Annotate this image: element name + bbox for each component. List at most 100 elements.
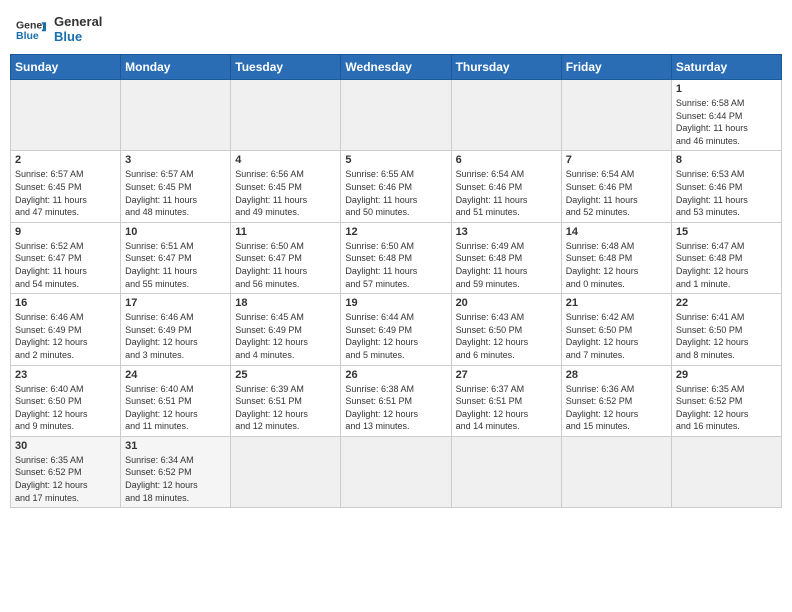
calendar-cell: [451, 436, 561, 507]
day-number: 16: [15, 297, 116, 309]
calendar-cell: 17Sunrise: 6:46 AM Sunset: 6:49 PM Dayli…: [121, 294, 231, 365]
day-number: 11: [235, 226, 336, 238]
day-number: 2: [15, 154, 116, 166]
day-info: Sunrise: 6:37 AM Sunset: 6:51 PM Dayligh…: [456, 383, 557, 433]
day-number: 23: [15, 369, 116, 381]
day-number: 30: [15, 440, 116, 452]
calendar-cell: 27 Sunrise: 6:37 AM Sunset: 6:51 PM Dayli…: [451, 365, 561, 436]
day-info: Sunrise: 6:40 AM Sunset: 6:51 PM Dayligh…: [125, 383, 226, 433]
day-number: 7: [566, 154, 667, 166]
day-number: 18: [235, 297, 336, 309]
calendar-cell: 3Sunrise: 6:57 AM Sunset: 6:45 PM Daylig…: [121, 151, 231, 222]
day-number: 29: [676, 369, 777, 381]
day-info: Sunrise: 6:55 AM Sunset: 6:46 PM Dayligh…: [345, 168, 446, 218]
day-info: Sunrise: 6:43 AM Sunset: 6:50 PM Dayligh…: [456, 311, 557, 361]
day-info: Sunrise: 6:35 AM Sunset: 6:52 PM Dayligh…: [676, 383, 777, 433]
calendar-header: SundayMondayTuesdayWednesdayThursdayFrid…: [11, 55, 782, 80]
day-number: 1: [676, 83, 777, 95]
day-number: 31: [125, 440, 226, 452]
calendar-cell: 6Sunrise: 6:54 AM Sunset: 6:46 PM Daylig…: [451, 151, 561, 222]
calendar-cell: [451, 80, 561, 151]
calendar-cell: 5 Sunrise: 6:55 AM Sunset: 6:46 PM Daylig…: [341, 151, 451, 222]
day-info: Sunrise: 6:57 AM Sunset: 6:45 PM Dayligh…: [15, 168, 116, 218]
day-info: Sunrise: 6:36 AM Sunset: 6:52 PM Dayligh…: [566, 383, 667, 433]
calendar-cell: 29 Sunrise: 6:35 AM Sunset: 6:52 PM Dayli…: [671, 365, 781, 436]
day-header-thursday: Thursday: [451, 55, 561, 80]
calendar-cell: [341, 80, 451, 151]
day-number: 19: [345, 297, 446, 309]
day-number: 27: [456, 369, 557, 381]
day-number: 22: [676, 297, 777, 309]
day-info: Sunrise: 6:47 AM Sunset: 6:48 PM Dayligh…: [676, 240, 777, 290]
day-info: Sunrise: 6:48 AM Sunset: 6:48 PM Dayligh…: [566, 240, 667, 290]
calendar-cell: 4 Sunrise: 6:56 AM Sunset: 6:45 PM Daylig…: [231, 151, 341, 222]
day-info: Sunrise: 6:35 AM Sunset: 6:52 PM Dayligh…: [15, 454, 116, 504]
day-info: Sunrise: 6:38 AM Sunset: 6:51 PM Dayligh…: [345, 383, 446, 433]
calendar-week-5: 23 Sunrise: 6:40 AM Sunset: 6:50 PM Dayli…: [11, 365, 782, 436]
day-info: Sunrise: 6:40 AM Sunset: 6:50 PM Dayligh…: [15, 383, 116, 433]
calendar-body: 1 Sunrise: 6:58 AM Sunset: 6:44 PM Daylig…: [11, 80, 782, 508]
calendar-cell: [561, 80, 671, 151]
day-number: 15: [676, 226, 777, 238]
day-number: 25: [235, 369, 336, 381]
day-info: Sunrise: 6:41 AM Sunset: 6:50 PM Dayligh…: [676, 311, 777, 361]
day-info: Sunrise: 6:49 AM Sunset: 6:48 PM Dayligh…: [456, 240, 557, 290]
days-of-week-row: SundayMondayTuesdayWednesdayThursdayFrid…: [11, 55, 782, 80]
calendar-week-3: 9Sunrise: 6:52 AM Sunset: 6:47 PM Daylig…: [11, 222, 782, 293]
day-header-wednesday: Wednesday: [341, 55, 451, 80]
calendar-cell: 15 Sunrise: 6:47 AM Sunset: 6:48 PM Dayli…: [671, 222, 781, 293]
day-header-tuesday: Tuesday: [231, 55, 341, 80]
day-number: 20: [456, 297, 557, 309]
calendar-cell: 1 Sunrise: 6:58 AM Sunset: 6:44 PM Daylig…: [671, 80, 781, 151]
day-number: 14: [566, 226, 667, 238]
calendar-cell: [231, 80, 341, 151]
day-number: 28: [566, 369, 667, 381]
logo-blue: Blue: [54, 29, 102, 44]
calendar-cell: [671, 436, 781, 507]
day-info: Sunrise: 6:44 AM Sunset: 6:49 PM Dayligh…: [345, 311, 446, 361]
calendar-cell: [11, 80, 121, 151]
calendar-cell: 12Sunrise: 6:50 AM Sunset: 6:48 PM Dayli…: [341, 222, 451, 293]
calendar-week-1: 1 Sunrise: 6:58 AM Sunset: 6:44 PM Daylig…: [11, 80, 782, 151]
day-info: Sunrise: 6:34 AM Sunset: 6:52 PM Dayligh…: [125, 454, 226, 504]
day-info: Sunrise: 6:46 AM Sunset: 6:49 PM Dayligh…: [15, 311, 116, 361]
day-info: Sunrise: 6:39 AM Sunset: 6:51 PM Dayligh…: [235, 383, 336, 433]
calendar-week-6: 30 Sunrise: 6:35 AM Sunset: 6:52 PM Dayli…: [11, 436, 782, 507]
calendar-cell: 2 Sunrise: 6:57 AM Sunset: 6:45 PM Daylig…: [11, 151, 121, 222]
logo-general: General: [54, 14, 102, 29]
day-header-friday: Friday: [561, 55, 671, 80]
calendar-cell: 9Sunrise: 6:52 AM Sunset: 6:47 PM Daylig…: [11, 222, 121, 293]
logo-icon: General Blue: [16, 16, 46, 42]
day-header-sunday: Sunday: [11, 55, 121, 80]
day-header-monday: Monday: [121, 55, 231, 80]
day-number: 21: [566, 297, 667, 309]
calendar-cell: 10 Sunrise: 6:51 AM Sunset: 6:47 PM Dayli…: [121, 222, 231, 293]
day-info: Sunrise: 6:46 AM Sunset: 6:49 PM Dayligh…: [125, 311, 226, 361]
calendar-table: SundayMondayTuesdayWednesdayThursdayFrid…: [10, 54, 782, 508]
calendar-cell: [231, 436, 341, 507]
calendar-cell: 19 Sunrise: 6:44 AM Sunset: 6:49 PM Dayli…: [341, 294, 451, 365]
day-number: 6: [456, 154, 557, 166]
day-info: Sunrise: 6:56 AM Sunset: 6:45 PM Dayligh…: [235, 168, 336, 218]
calendar-cell: 26 Sunrise: 6:38 AM Sunset: 6:51 PM Dayli…: [341, 365, 451, 436]
day-number: 5: [345, 154, 446, 166]
calendar-cell: 30 Sunrise: 6:35 AM Sunset: 6:52 PM Dayli…: [11, 436, 121, 507]
calendar-cell: 31 Sunrise: 6:34 AM Sunset: 6:52 PM Dayli…: [121, 436, 231, 507]
calendar-cell: [341, 436, 451, 507]
day-number: 10: [125, 226, 226, 238]
calendar-cell: 20 Sunrise: 6:43 AM Sunset: 6:50 PM Dayli…: [451, 294, 561, 365]
calendar-cell: 23 Sunrise: 6:40 AM Sunset: 6:50 PM Dayli…: [11, 365, 121, 436]
calendar-cell: 8Sunrise: 6:53 AM Sunset: 6:46 PM Daylig…: [671, 151, 781, 222]
svg-text:Blue: Blue: [16, 30, 39, 42]
day-info: Sunrise: 6:42 AM Sunset: 6:50 PM Dayligh…: [566, 311, 667, 361]
day-info: Sunrise: 6:50 AM Sunset: 6:47 PM Dayligh…: [235, 240, 336, 290]
calendar-cell: 16 Sunrise: 6:46 AM Sunset: 6:49 PM Dayli…: [11, 294, 121, 365]
day-info: Sunrise: 6:58 AM Sunset: 6:44 PM Dayligh…: [676, 97, 777, 147]
calendar-week-4: 16 Sunrise: 6:46 AM Sunset: 6:49 PM Dayli…: [11, 294, 782, 365]
calendar-cell: 11 Sunrise: 6:50 AM Sunset: 6:47 PM Dayli…: [231, 222, 341, 293]
day-info: Sunrise: 6:51 AM Sunset: 6:47 PM Dayligh…: [125, 240, 226, 290]
calendar-week-2: 2 Sunrise: 6:57 AM Sunset: 6:45 PM Daylig…: [11, 151, 782, 222]
day-number: 4: [235, 154, 336, 166]
day-number: 26: [345, 369, 446, 381]
day-info: Sunrise: 6:57 AM Sunset: 6:45 PM Dayligh…: [125, 168, 226, 218]
